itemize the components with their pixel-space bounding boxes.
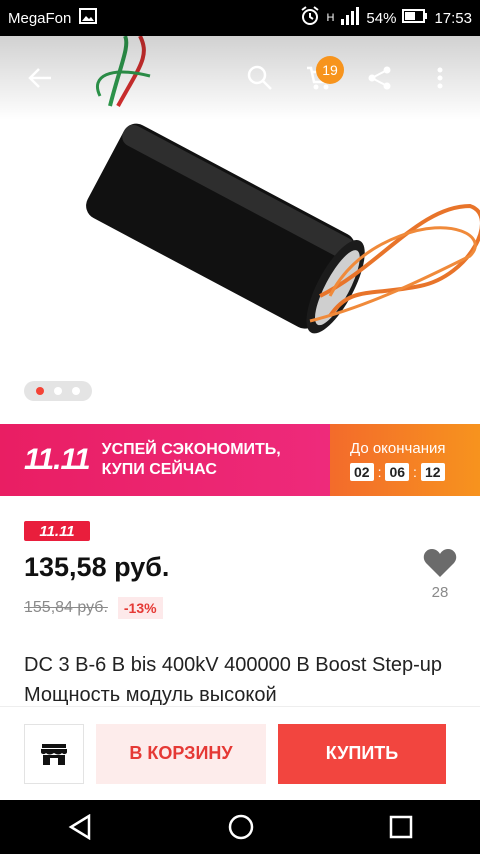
clock-time: 17:53 [434, 9, 472, 27]
status-bar: MegaFon H 54% 17:53 [0, 0, 480, 36]
heart-icon [423, 549, 457, 577]
nav-recents-icon[interactable] [389, 815, 413, 839]
promo-text: УСПЕЙ СЭКОНОМИТЬ, КУПИ СЕЙЧАС [102, 440, 281, 480]
gallery-pagination [24, 381, 92, 401]
gallery-notification-icon [79, 8, 98, 28]
product-title: DC 3 В-6 В bis 400kV 400000 В Boost Step… [24, 654, 443, 706]
nav-back-icon[interactable] [67, 814, 93, 840]
countdown-timer: 02 : 06 : 12 [350, 462, 480, 481]
favorite-button[interactable]: 28 [420, 548, 460, 618]
battery-percent: 54% [366, 9, 397, 27]
cart-button[interactable]: 19 [296, 54, 344, 102]
more-options-button[interactable] [416, 54, 464, 102]
timer-hours: 02 [350, 462, 374, 481]
promo-countdown: До окончания 02 : 06 : 12 [316, 424, 480, 496]
search-button[interactable] [236, 54, 284, 102]
battery-icon [402, 8, 428, 28]
promo-banner[interactable]: 11.11 УСПЕЙ СЭКОНОМИТЬ, КУПИ СЕЙЧАС До о… [0, 424, 480, 496]
promo-text-line1: УСПЕЙ СЭКОНОМИТЬ, [101, 441, 281, 458]
buy-now-button[interactable]: КУПИТЬ [278, 723, 446, 784]
promo-text-line2: КУПИ СЕЙЧАС [101, 461, 217, 478]
share-button[interactable] [356, 54, 404, 102]
gallery-dot-active[interactable] [36, 387, 44, 395]
cart-count-badge: 19 [316, 56, 344, 84]
signal-icon [340, 7, 360, 29]
favorites-count: 28 [431, 584, 449, 601]
old-price: 155,84 руб. [24, 599, 108, 616]
alarm-icon [300, 6, 320, 30]
store-button[interactable] [24, 723, 84, 784]
nav-home-icon[interactable] [227, 813, 255, 841]
discount-badge: -13% [117, 597, 163, 619]
sale-badge: 11.11 [24, 521, 90, 541]
bottom-action-bar: В КОРЗИНУ КУПИТЬ [0, 706, 480, 800]
countdown-label: До окончания [350, 439, 446, 457]
store-icon [41, 743, 67, 765]
back-arrow-icon [28, 68, 51, 88]
add-to-cart-button[interactable]: В КОРЗИНУ [96, 723, 266, 784]
share-icon [368, 66, 391, 90]
product-price: 135,58 руб. [24, 552, 170, 582]
network-type-label: H [326, 12, 335, 24]
timer-seconds: 12 [420, 462, 445, 481]
system-nav-bar [0, 800, 480, 854]
carrier-label: MegaFon [8, 9, 72, 27]
old-price-row: 155,84 руб. -13% [24, 597, 163, 619]
gallery-dot[interactable] [72, 387, 80, 395]
back-button[interactable] [16, 54, 64, 102]
gallery-dot[interactable] [54, 387, 62, 395]
timer-minutes: 06 [385, 462, 410, 481]
search-icon [247, 65, 272, 90]
promo-message: 11.11 УСПЕЙ СЭКОНОМИТЬ, КУПИ СЕЙЧАС [0, 424, 330, 496]
promo-logo: 11.11 [24, 443, 91, 476]
more-vertical-icon [437, 67, 443, 89]
top-action-bar: 19 [0, 36, 480, 120]
